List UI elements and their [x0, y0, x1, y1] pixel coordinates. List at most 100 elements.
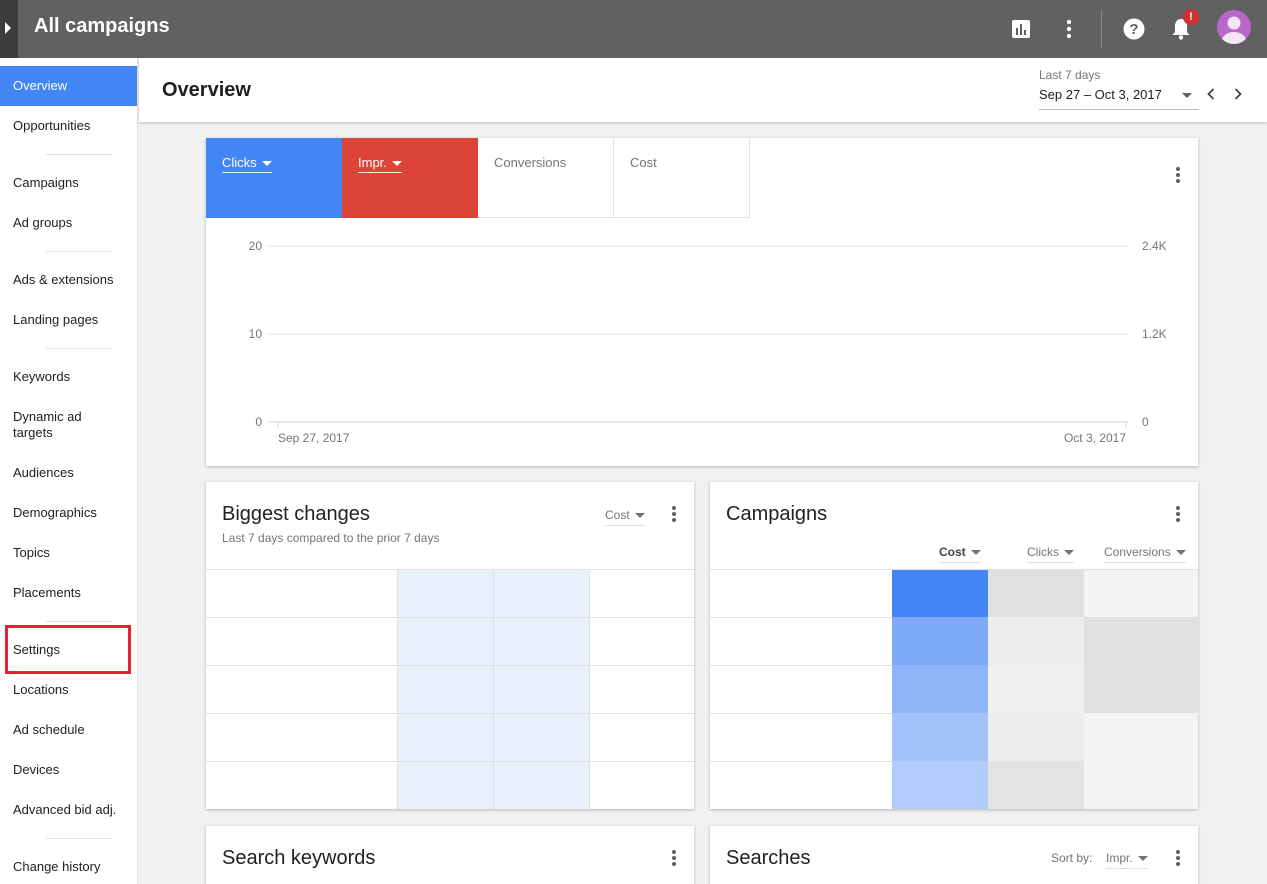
caret-down-icon — [970, 550, 981, 556]
caret-down-icon — [391, 161, 402, 167]
y-axis-left-tick-label: 0 — [255, 415, 262, 429]
nav-divider — [46, 154, 113, 155]
metric-label: Cost — [630, 155, 657, 170]
caret-down-icon — [1064, 550, 1074, 556]
table-row — [710, 665, 892, 666]
metric-selector-conversions[interactable]: Conversions — [478, 138, 614, 218]
sidebar-item-ads-extensions[interactable]: Ads & extensions — [0, 260, 137, 300]
app-title: All campaigns — [34, 15, 170, 37]
table-row — [206, 761, 694, 762]
metric-label: Conversions — [494, 155, 567, 170]
heatmap-cell — [988, 713, 1084, 761]
table-row — [710, 617, 892, 618]
more-vert-icon[interactable] — [1170, 504, 1186, 524]
heatmap-cell — [988, 617, 1084, 665]
sidebar-item-dynamic-ad-targets[interactable]: Dynamic ad targets — [0, 405, 100, 445]
metric-selector-clicks[interactable]: Clicks — [206, 138, 342, 218]
table-row — [710, 761, 892, 762]
caret-down-icon — [261, 161, 272, 167]
date-range-underline — [1039, 109, 1199, 110]
more-vert-icon[interactable] — [1170, 848, 1186, 868]
table-row — [206, 665, 694, 666]
sidebar-item-change-history[interactable]: Change history — [0, 847, 137, 884]
biggest-changes-card: Biggest changes Last 7 days compared to … — [206, 482, 694, 809]
sidebar-item-devices[interactable]: Devices — [0, 750, 137, 790]
nav-divider — [46, 251, 113, 252]
overview-chart-card: Clicks Impr. Conversions Cost 20 2.4K 10 1.… — [206, 138, 1198, 466]
help-icon[interactable]: ? — [1118, 13, 1150, 45]
y-axis-right-tick-label: 0 — [1142, 415, 1149, 429]
date-range-selector[interactable]: Sep 27 – Oct 3, 2017 — [1039, 87, 1162, 102]
campaigns-card: Campaigns Cost Clicks Conversions — [710, 482, 1198, 809]
sort-by-label: Sort by: — [1051, 851, 1093, 865]
table-row — [710, 569, 1198, 570]
sidebar-item-landing-pages[interactable]: Landing pages — [0, 300, 137, 340]
card-title: Search keywords — [222, 847, 376, 869]
sidebar-item-opportunities[interactable]: Opportunities — [0, 106, 137, 146]
heatmap-cell — [988, 665, 1084, 713]
sidebar-item-ad-groups[interactable]: Ad groups — [0, 203, 137, 243]
column-header-conversions[interactable]: Conversions — [1104, 545, 1186, 563]
sidebar-item-ad-schedule[interactable]: Ad schedule — [0, 710, 137, 750]
sidebar-item-demographics[interactable]: Demographics — [0, 493, 137, 533]
heatmap-cell — [988, 761, 1084, 809]
more-vert-icon[interactable] — [1053, 13, 1085, 45]
notifications-icon[interactable]: ! — [1165, 9, 1199, 45]
caret-down-icon — [1137, 856, 1148, 862]
account-avatar[interactable] — [1217, 10, 1251, 44]
page-title: Overview — [162, 79, 251, 101]
toolbar-divider — [1101, 10, 1102, 48]
y-axis-left-tick-label: 20 — [249, 239, 263, 253]
x-axis-tick-label: Oct 3, 2017 — [1064, 431, 1126, 445]
sidebar-item-keywords[interactable]: Keywords — [0, 357, 137, 397]
card-title: Campaigns — [726, 503, 828, 525]
table-row — [710, 713, 892, 714]
more-vert-icon[interactable] — [666, 504, 682, 524]
table-row — [206, 569, 694, 570]
more-vert-icon[interactable] — [1170, 165, 1186, 185]
table-row — [206, 617, 694, 618]
table-column-divider — [589, 569, 590, 809]
metric-label: Impr. — [358, 155, 387, 170]
y-axis-left-tick-label: 10 — [249, 327, 263, 341]
metric-selector-impressions[interactable]: Impr. — [342, 138, 478, 218]
date-range-label: Last 7 days — [1039, 68, 1101, 82]
metric-label: Clicks — [222, 155, 257, 170]
sidebar-item-advanced-bid-adj[interactable]: Advanced bid adj. — [0, 790, 137, 830]
sidebar-item-settings[interactable]: Settings — [0, 630, 137, 670]
top-app-bar: All campaigns ? ! — [0, 0, 1267, 58]
card-title: Biggest changes — [222, 503, 370, 525]
side-navigation: Overview Opportunities Campaigns Ad grou… — [0, 58, 138, 884]
nav-divider — [46, 621, 113, 622]
metric-selector-cost[interactable]: Cost — [614, 138, 750, 218]
page-header: Overview Last 7 days Sep 27 – Oct 3, 201… — [139, 58, 1267, 122]
chevron-right-icon[interactable] — [1228, 84, 1248, 104]
nav-divider — [46, 348, 113, 349]
caret-down-icon — [1175, 550, 1186, 556]
chevron-left-icon[interactable] — [1201, 84, 1221, 104]
searches-card: Searches Sort by: Impr. — [710, 826, 1198, 884]
heatmap-cell — [1084, 569, 1198, 617]
column-header-cost[interactable]: Cost — [939, 545, 981, 563]
sidebar-item-locations[interactable]: Locations — [0, 670, 137, 710]
notification-badge: ! — [1183, 9, 1199, 25]
nav-divider — [46, 838, 113, 839]
sidebar-item-placements[interactable]: Placements — [0, 573, 137, 613]
heatmap-cell — [892, 665, 988, 713]
heatmap-cell — [892, 569, 988, 617]
y-axis-right-tick-label: 1.2K — [1142, 327, 1167, 341]
caret-down-icon[interactable] — [1182, 93, 1192, 98]
drawer-toggle-button[interactable] — [0, 0, 18, 58]
reports-icon[interactable] — [1005, 13, 1037, 45]
sidebar-item-overview[interactable]: Overview — [0, 66, 137, 106]
column-header-clicks[interactable]: Clicks — [1027, 545, 1074, 563]
sort-dropdown[interactable]: Cost — [605, 508, 645, 526]
sidebar-item-audiences[interactable]: Audiences — [0, 453, 137, 493]
sidebar-item-topics[interactable]: Topics — [0, 533, 137, 573]
heatmap-cell — [1084, 617, 1198, 713]
y-axis-right-tick-label: 2.4K — [1142, 239, 1167, 253]
more-vert-icon[interactable] — [666, 848, 682, 868]
sort-dropdown[interactable]: Impr. — [1106, 851, 1148, 869]
heatmap-cell — [892, 761, 988, 809]
sidebar-item-campaigns[interactable]: Campaigns — [0, 163, 137, 203]
